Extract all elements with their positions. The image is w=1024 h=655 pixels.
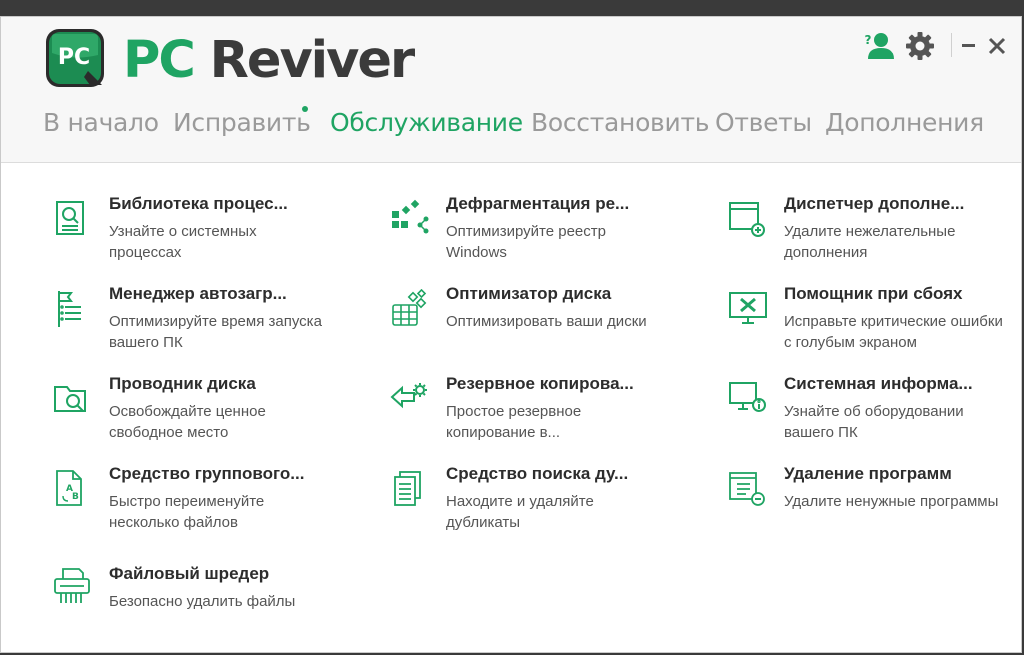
tool-description: Узнайте о системных процессах — [109, 223, 257, 261]
nav-item-extras[interactable]: Дополнения — [825, 105, 984, 141]
logo-pc: PC — [123, 31, 196, 90]
help-user-icon[interactable]: ? — [861, 31, 895, 61]
nav-item-fix[interactable]: Исправить — [173, 105, 311, 141]
tool-process-library[interactable]: Библиотека процес... Узнайте о системных… — [53, 193, 373, 273]
app-window: PC PC Reviver ? В начало Исправить Обслу… — [0, 16, 1022, 653]
startup-manager-icon — [58, 291, 81, 327]
tool-system-info[interactable]: Системная информа... Узнайте об оборудов… — [728, 373, 1024, 453]
logo-reviver: Reviver — [209, 31, 416, 90]
crash-helper-icon — [729, 292, 767, 324]
tool-file-shredder[interactable]: Файловый шредер Безопасно удалить файлы — [53, 563, 373, 623]
tool-description: Узнайте об оборудовании вашего ПК — [784, 403, 964, 441]
tool-startup-manager[interactable]: Менеджер автозагр... Оптимизируйте время… — [53, 283, 373, 363]
tool-description: Удалите ненужные программы — [784, 493, 999, 510]
uninstaller-icon — [729, 472, 765, 506]
tool-description: Быстро переименуйте несколько файлов — [109, 493, 265, 531]
tool-addon-manager[interactable]: Диспетчер дополне... Удалите нежелательн… — [728, 193, 1024, 273]
tool-title: Средство поиска ду... — [446, 464, 629, 483]
app-logo: PC Reviver — [123, 31, 416, 91]
tool-title: Файловый шредер — [109, 564, 270, 583]
disk-optimizer-icon — [392, 289, 427, 326]
tool-title: Менеджер автозагр... — [109, 284, 287, 303]
tool-description: Исправьте критические ошибки с голубым э… — [784, 313, 1003, 351]
file-shredder-icon — [54, 568, 90, 603]
disk-explorer-icon — [54, 386, 86, 412]
tool-description: Оптимизировать ваши диски — [446, 313, 647, 330]
logo-badge-text: PC — [58, 45, 90, 70]
header: PC PC Reviver ? В начало Исправить Обслу… — [1, 17, 1021, 163]
tool-description: Находите и удаляйте дубликаты — [446, 493, 594, 531]
gear-icon[interactable] — [905, 31, 935, 61]
tool-registry-defrag[interactable]: Дефрагментация ре... Оптимизируйте реест… — [390, 193, 710, 273]
nav-item-home[interactable]: В начало — [43, 105, 159, 141]
tool-title: Диспетчер дополне... — [784, 194, 965, 213]
tool-duplicate-finder[interactable]: Средство поиска ду... Находите и удаляйт… — [390, 463, 710, 543]
system-info-icon — [729, 382, 766, 412]
tool-description: Оптимизируйте время запуска вашего ПК — [109, 313, 322, 351]
bulk-rename-icon: A B — [56, 470, 82, 506]
tool-title: Системная информа... — [784, 374, 973, 393]
tool-disk-explorer[interactable]: Проводник диска Освобождайте ценное своб… — [53, 373, 373, 453]
nav-item-restore[interactable]: Восстановить — [531, 105, 709, 141]
nav-item-answers[interactable]: Ответы — [715, 105, 812, 141]
tool-crash-helper[interactable]: Помощник при сбоях Исправьте критические… — [728, 283, 1024, 363]
tool-disk-optimizer[interactable]: Оптимизатор диска Оптимизировать ваши ди… — [390, 283, 710, 363]
tool-description: Освобождайте ценное свободное место — [109, 403, 266, 441]
tool-title: Удаление программ — [784, 464, 952, 483]
logo-badge-icon: PC — [46, 29, 104, 87]
nav-item-maintenance[interactable]: Обслуживание — [330, 105, 523, 141]
backup-icon — [390, 383, 427, 409]
tool-title: Средство группового... — [109, 464, 305, 483]
svg-text:?: ? — [865, 33, 872, 47]
controls-divider — [951, 33, 952, 57]
tool-title: Библиотека процес... — [109, 194, 288, 213]
duplicate-finder-icon — [394, 471, 421, 506]
registry-defrag-icon — [392, 199, 429, 234]
tool-title: Оптимизатор диска — [446, 284, 612, 303]
svg-text:B: B — [72, 492, 79, 502]
tool-description: Простое резервное копирование в... — [446, 403, 582, 441]
tool-description: Удалите нежелательные дополнения — [784, 223, 956, 261]
tool-bulk-rename[interactable]: A B Средство группового... Быстро переим… — [53, 463, 373, 543]
minimize-icon[interactable] — [961, 31, 977, 61]
tool-title: Помощник при сбоях — [784, 284, 963, 303]
tool-title: Резервное копирова... — [446, 374, 634, 393]
process-library-icon — [56, 201, 84, 235]
tool-title: Дефрагментация ре... — [446, 194, 630, 213]
tool-description: Оптимизируйте реестр Windows — [446, 223, 606, 261]
tool-backup[interactable]: Резервное копирова... Простое резервное … — [390, 373, 710, 453]
close-icon[interactable] — [987, 31, 1007, 61]
tool-uninstaller[interactable]: Удаление программ Удалите ненужные прогр… — [728, 463, 1024, 543]
tool-title: Проводник диска — [109, 374, 256, 393]
addon-manager-icon — [729, 202, 765, 237]
nav-notification-dot — [302, 106, 308, 112]
tool-description: Безопасно удалить файлы — [109, 593, 296, 610]
